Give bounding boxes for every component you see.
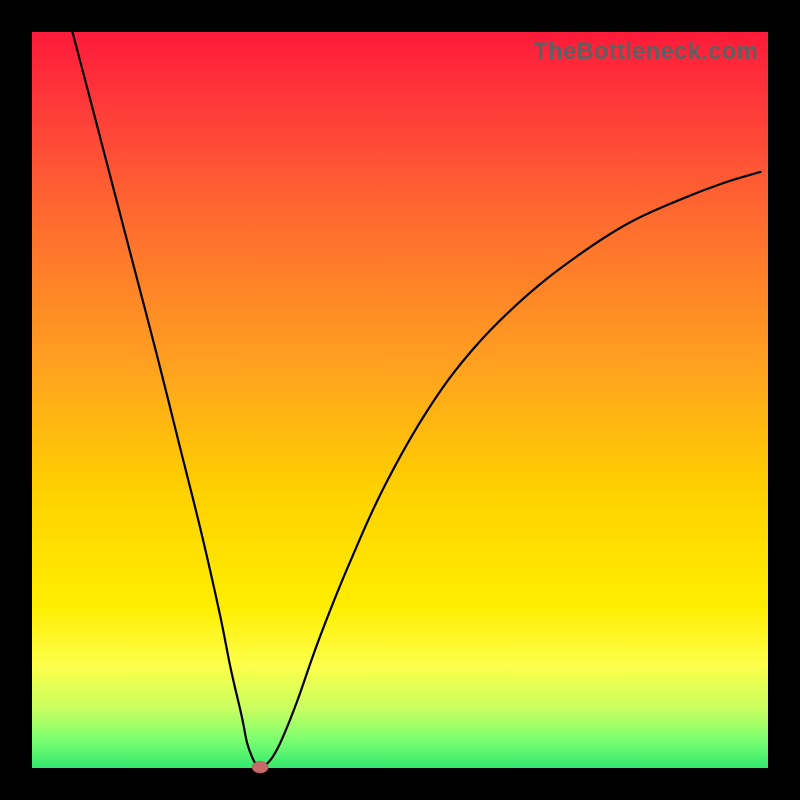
- plot-area: TheBottleneck.com: [32, 32, 768, 768]
- frame: TheBottleneck.com: [0, 0, 800, 800]
- chart-svg: [32, 32, 768, 768]
- minimum-marker: [252, 761, 268, 773]
- bottleneck-curve: [72, 32, 760, 767]
